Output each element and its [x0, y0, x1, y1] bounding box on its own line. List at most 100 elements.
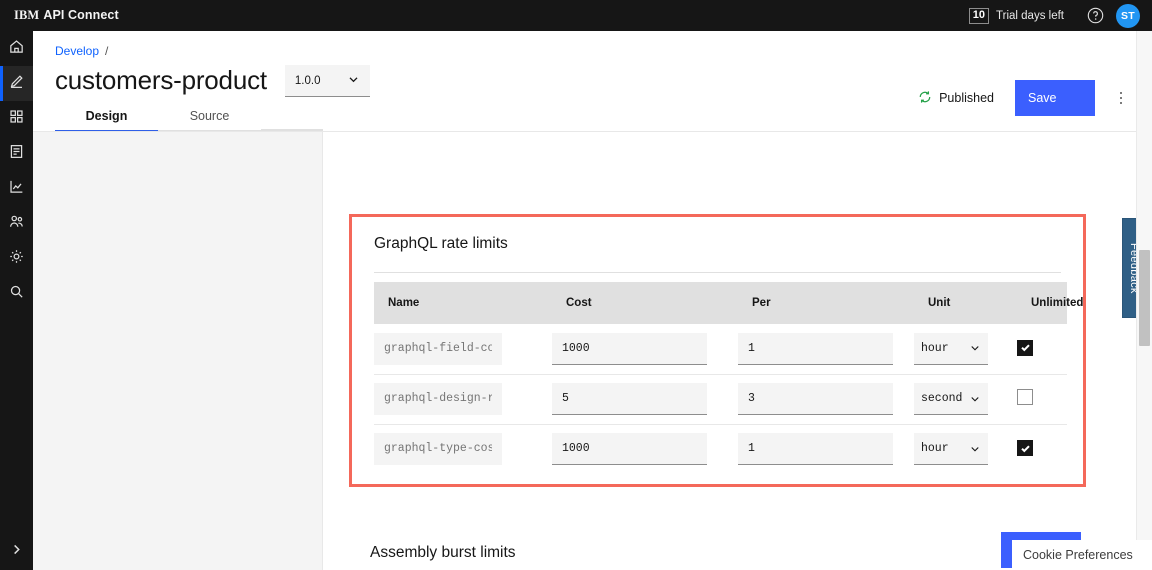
- sidebar-item-members[interactable]: [0, 206, 33, 241]
- published-label: Published: [939, 91, 994, 105]
- kebab-dot: [1120, 92, 1123, 95]
- cell-name: [374, 324, 552, 374]
- chevron-down-icon: [347, 73, 360, 89]
- unit-select-value: hour: [921, 442, 949, 455]
- tab-source[interactable]: Source: [158, 109, 261, 132]
- brand-logo[interactable]: IBM API Connect: [14, 8, 119, 23]
- rate-limit-cost-input[interactable]: [552, 333, 707, 365]
- cell-unit: hour: [914, 324, 1017, 374]
- cell-name: [374, 424, 552, 474]
- unlimited-checkbox[interactable]: [1017, 389, 1033, 405]
- cell-per: [738, 374, 914, 424]
- brand-product-label: API Connect: [43, 8, 118, 23]
- rate-limit-unit-select[interactable]: hour: [914, 433, 988, 465]
- sync-renew-icon: [918, 90, 932, 107]
- book-icon: [8, 143, 25, 165]
- assembly-burst-limits-title: Assembly burst limits: [370, 544, 516, 562]
- table-header-row: Name Cost Per Unit Unlimited: [374, 282, 1067, 324]
- cell-unlimited: [1017, 374, 1067, 424]
- column-header-unit: Unit: [914, 282, 1017, 324]
- panel-title: GraphQL rate limits: [374, 235, 1061, 253]
- kebab-dot: [1120, 97, 1123, 100]
- tab-list: Design Source: [55, 106, 261, 132]
- cell-cost: [552, 424, 738, 474]
- rate-limit-per-input[interactable]: [738, 433, 893, 465]
- rate-limit-unit-select[interactable]: second: [914, 383, 988, 415]
- app-root: IBM API Connect 10 Trial days left ST: [0, 0, 1152, 570]
- unlimited-checkbox[interactable]: [1017, 340, 1033, 356]
- breadcrumb-separator: /: [105, 44, 108, 58]
- rate-limit-cost-input[interactable]: [552, 433, 707, 465]
- kebab-menu-icon[interactable]: [1103, 80, 1139, 116]
- chevron-down-icon: [969, 443, 981, 455]
- rail-expand-button[interactable]: [0, 534, 33, 570]
- cell-per: [738, 424, 914, 474]
- cell-unit: second: [914, 374, 1017, 424]
- breadcrumb: Develop /: [55, 44, 108, 58]
- sidebar-item-analytics[interactable]: [0, 171, 33, 206]
- table-row: hour: [374, 324, 1067, 374]
- graphql-rate-limits-panel: GraphQL rate limits Name Cost Per Unit U…: [349, 214, 1086, 487]
- pencil-icon: [8, 73, 25, 95]
- cookie-preferences-widget[interactable]: Cookie Preferences: [1012, 540, 1152, 570]
- cell-unlimited: [1017, 324, 1067, 374]
- scrollbar-thumb[interactable]: [1139, 250, 1150, 346]
- cell-name: [374, 374, 552, 424]
- global-header: IBM API Connect 10 Trial days left ST: [0, 0, 1152, 31]
- home-icon: [8, 38, 25, 60]
- tab-design[interactable]: Design: [55, 109, 158, 132]
- chevron-down-icon: [969, 393, 981, 405]
- chevron-right-icon: [10, 543, 23, 561]
- table-head: Name Cost Per Unit Unlimited: [374, 282, 1067, 324]
- unlimited-checkbox[interactable]: [1017, 440, 1033, 456]
- cookie-preferences-label: Cookie Preferences: [1023, 548, 1133, 562]
- rate-limit-name-input[interactable]: [374, 333, 502, 365]
- table-row: second: [374, 374, 1067, 424]
- sidebar-item-home[interactable]: [0, 31, 33, 66]
- cell-unlimited: [1017, 424, 1067, 474]
- main-content: GraphQL rate limits Name Cost Per Unit U…: [323, 132, 1136, 570]
- chart-line-icon: [8, 178, 25, 200]
- breadcrumb-link-develop[interactable]: Develop: [55, 44, 99, 58]
- help-circle-icon[interactable]: [1078, 0, 1112, 31]
- brand-ibm-label: IBM: [14, 8, 39, 23]
- column-header-unlimited: Unlimited: [1017, 282, 1067, 324]
- rate-limit-per-input[interactable]: [738, 383, 893, 415]
- rate-limit-cost-input[interactable]: [552, 383, 707, 415]
- global-header-actions: 10 Trial days left ST: [969, 0, 1152, 31]
- panel-divider: [374, 272, 1061, 273]
- cell-cost: [552, 324, 738, 374]
- unit-select-value: second: [921, 392, 962, 405]
- version-select[interactable]: 1.0.0: [285, 65, 370, 97]
- status-badge-published: Published: [918, 90, 994, 107]
- users-icon: [8, 213, 25, 235]
- sidebar-item-catalog[interactable]: [0, 136, 33, 171]
- sidebar-item-settings[interactable]: [0, 241, 33, 276]
- cell-unit: hour: [914, 424, 1017, 474]
- kebab-dot: [1120, 102, 1123, 105]
- chevron-down-icon: [969, 342, 981, 354]
- sidebar-item-search[interactable]: [0, 276, 33, 311]
- grid-apps-icon: [8, 108, 25, 130]
- trial-days-label: Trial days left: [996, 10, 1064, 22]
- rate-limit-per-input[interactable]: [738, 333, 893, 365]
- sidebar-item-apps[interactable]: [0, 101, 33, 136]
- trial-days-badge: 10: [969, 8, 989, 24]
- page-title: customers-product: [55, 65, 267, 96]
- cell-cost: [552, 374, 738, 424]
- save-button[interactable]: Save: [1015, 80, 1095, 116]
- title-row: customers-product 1.0.0: [55, 65, 370, 97]
- table-body: hour: [374, 324, 1067, 474]
- unit-select-value: hour: [921, 342, 949, 355]
- avatar[interactable]: ST: [1116, 4, 1140, 28]
- rate-limit-unit-select[interactable]: hour: [914, 333, 988, 365]
- table-row: hour: [374, 424, 1067, 474]
- version-select-value: 1.0.0: [295, 75, 321, 87]
- left-detail-pane: [33, 132, 323, 570]
- rate-limit-name-input[interactable]: [374, 433, 502, 465]
- column-header-name: Name: [374, 282, 552, 324]
- sidebar-item-develop[interactable]: [0, 66, 33, 101]
- panel-body: GraphQL rate limits Name Cost Per Unit U…: [352, 217, 1083, 474]
- left-nav-rail: [0, 31, 33, 570]
- rate-limit-name-input[interactable]: [374, 383, 502, 415]
